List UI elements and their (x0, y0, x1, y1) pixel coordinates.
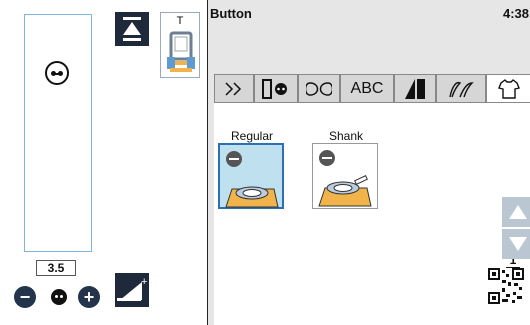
stitch-category-tabs: ABC (214, 74, 530, 104)
stitch-selection-panel: Button 4:38 ABC Regular Shank 1 (207, 0, 530, 325)
sew-on-button-icon (45, 61, 69, 85)
shank-button-icon (318, 174, 372, 207)
minus-icon: − (19, 287, 31, 307)
satin-stitch-icon (405, 79, 425, 99)
button-center-icon (51, 289, 67, 305)
regular-button-icon (225, 186, 279, 208)
chevron-up-icon (509, 205, 527, 219)
increment-adjust-icon: + (117, 276, 147, 301)
qr-code-icon[interactable] (488, 268, 524, 304)
decorative-stitch-icon (304, 82, 334, 96)
needle-up-down-button[interactable] (115, 12, 149, 46)
increase-width-button[interactable]: + (78, 286, 100, 308)
stitch-preview-panel: T 3.5 − + + (0, 0, 207, 325)
shirt-icon (497, 79, 520, 99)
tab-floral[interactable] (436, 74, 486, 103)
stitch-label-regular: Regular (230, 129, 274, 143)
tab-alphabet[interactable]: ABC (340, 74, 394, 103)
floral-stitch-icon (449, 81, 474, 98)
stitch-label-shank: Shank (328, 129, 364, 143)
presser-foot-letter: T (176, 15, 184, 27)
presser-foot-button[interactable]: T (160, 12, 200, 78)
decrease-width-button[interactable]: − (14, 286, 36, 308)
utility-stitch-icon (225, 82, 242, 96)
tab-satin[interactable] (394, 74, 436, 103)
needle-up-down-icon (123, 17, 141, 41)
plus-icon: + (83, 287, 95, 307)
tab-utility[interactable] (214, 74, 254, 103)
page-title: Button (210, 6, 252, 21)
header-bar: Button 4:38 (208, 0, 530, 28)
stitch-shank-button[interactable] (312, 143, 378, 209)
stitch-preview (24, 14, 92, 252)
stitch-width-value: 3.5 (36, 260, 76, 276)
stitch-grid: Regular Shank 1 1 (214, 102, 530, 325)
tab-buttonhole[interactable] (254, 74, 298, 103)
stitch-regular-button[interactable] (218, 143, 284, 209)
clock: 4:38 (502, 6, 529, 21)
tab-decorative[interactable] (298, 74, 340, 103)
chevron-down-icon (509, 237, 527, 251)
scroll-down-button[interactable] (502, 229, 530, 259)
buttonhole-stitch-icon (262, 79, 287, 99)
scroll-up-button[interactable] (502, 197, 530, 227)
presser-foot-icon (167, 31, 195, 72)
svg-text:+: + (141, 276, 147, 288)
increment-adjust-button[interactable]: + (115, 273, 149, 307)
tab-shirt[interactable] (486, 74, 530, 104)
